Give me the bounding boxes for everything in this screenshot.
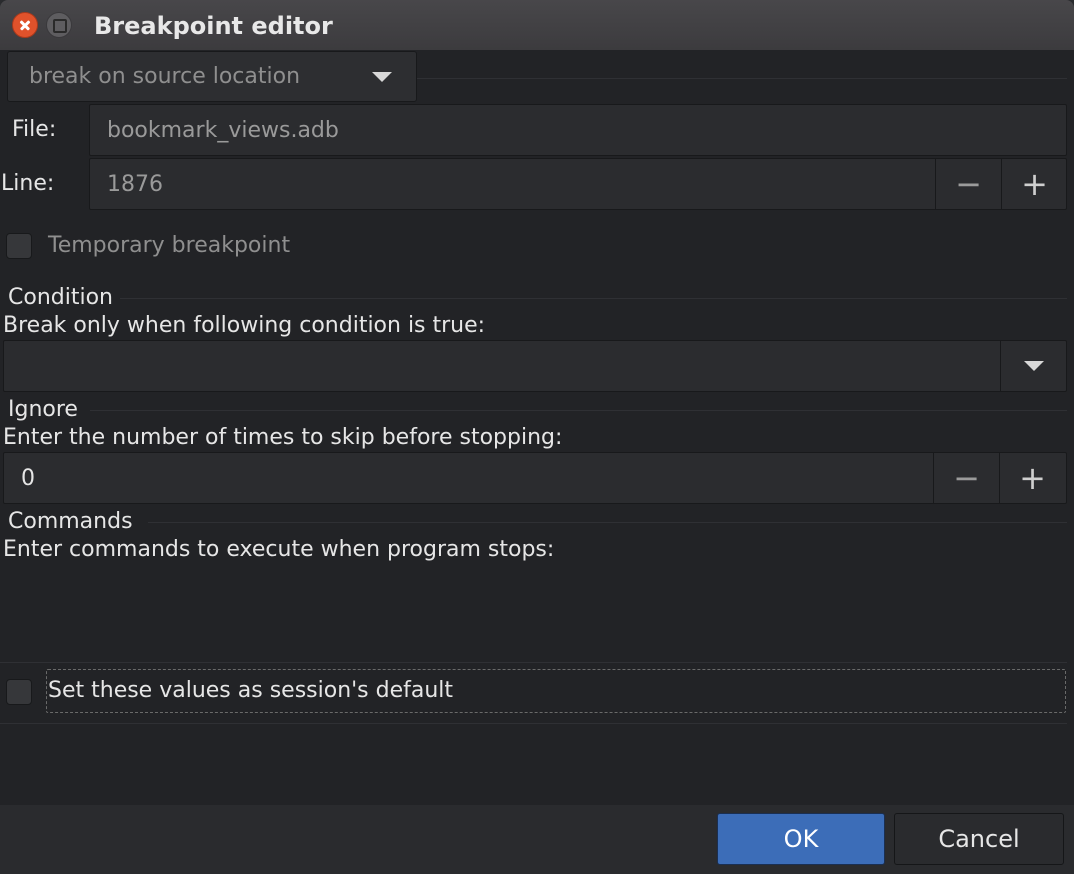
condition-dropdown-button[interactable]: [1000, 341, 1066, 391]
temporary-checkbox[interactable]: [6, 233, 32, 259]
session-default-checkbox[interactable]: [6, 679, 32, 705]
commands-title: Commands: [8, 509, 133, 534]
dialog-content: break on source location File: bookmark_…: [0, 50, 1074, 805]
ignore-description: Enter the number of times to skip before…: [3, 425, 563, 450]
divider: [0, 723, 1067, 724]
line-label: Line:: [1, 171, 55, 196]
divider: [148, 522, 1067, 523]
ignore-value: 0: [21, 465, 35, 491]
ok-button[interactable]: OK: [717, 813, 885, 865]
cancel-button[interactable]: Cancel: [894, 813, 1064, 865]
line-decrement-button[interactable]: −: [935, 159, 1001, 209]
divider: [417, 78, 1067, 79]
commands-description: Enter commands to execute when program s…: [3, 537, 555, 562]
window-title: Breakpoint editor: [94, 12, 333, 40]
file-value: bookmark_views.adb: [107, 117, 339, 143]
temporary-label[interactable]: Temporary breakpoint: [48, 233, 290, 258]
chevron-down-icon: [372, 72, 392, 82]
line-increment-button[interactable]: +: [1001, 159, 1067, 209]
condition-title: Condition: [8, 285, 113, 310]
button-bar: OK Cancel: [0, 805, 1074, 874]
divider: [120, 298, 1067, 299]
chevron-down-icon: [1023, 361, 1044, 371]
condition-description: Break only when following condition is t…: [3, 313, 486, 338]
breakpoint-type-value: break on source location: [29, 64, 301, 89]
title-bar: Breakpoint editor: [0, 0, 1074, 50]
session-default-label: Set these values as session's default: [48, 678, 454, 703]
session-default-focus[interactable]: Set these values as session's default: [46, 669, 1066, 713]
file-field[interactable]: bookmark_views.adb: [89, 104, 1067, 156]
commands-textarea[interactable]: [0, 565, 1067, 663]
line-spinner[interactable]: 1876 − +: [89, 158, 1067, 210]
ignore-decrement-button[interactable]: −: [933, 453, 999, 503]
ignore-increment-button[interactable]: +: [999, 453, 1065, 503]
divider: [90, 410, 1067, 411]
condition-combo[interactable]: [3, 340, 1067, 392]
breakpoint-type-dropdown[interactable]: break on source location: [7, 51, 417, 102]
ignore-title: Ignore: [8, 397, 78, 422]
close-icon[interactable]: [12, 12, 38, 38]
ignore-spinner[interactable]: 0 − +: [3, 452, 1067, 504]
file-label: File:: [12, 117, 57, 142]
maximize-icon[interactable]: [46, 12, 72, 38]
line-value: 1876: [107, 171, 163, 197]
